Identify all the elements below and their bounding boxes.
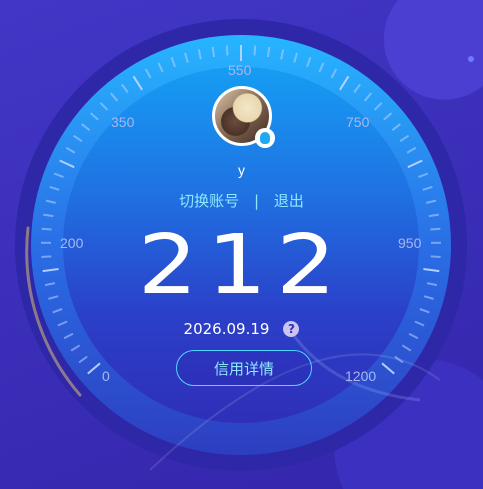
- dial-minor-tick: [266, 46, 271, 58]
- dial-minor-tick: [225, 45, 229, 56]
- username: y: [238, 162, 245, 178]
- help-icon[interactable]: ?: [283, 321, 300, 337]
- dial-minor-tick: [211, 46, 216, 58]
- account-links: 切换账号 | 退出: [0, 190, 483, 211]
- dial-label-550: 550: [228, 62, 252, 78]
- dial-label-0: 0: [102, 368, 110, 384]
- score-date: 2026.09.19: [183, 320, 270, 338]
- qq-icon: [255, 128, 275, 148]
- logout-link[interactable]: 退出: [274, 190, 304, 211]
- score-date-row: 2026.09.19 ?: [0, 320, 483, 338]
- dial-label-350: 350: [111, 114, 135, 130]
- dial-label-1200: 1200: [345, 368, 377, 384]
- credit-detail-button[interactable]: 信用详情: [176, 350, 312, 386]
- switch-account-link[interactable]: 切换账号: [179, 190, 239, 211]
- dial-minor-tick: [253, 45, 257, 56]
- credit-score: 212: [137, 218, 346, 313]
- dial-label-750: 750: [346, 114, 370, 130]
- link-separator: |: [253, 192, 260, 210]
